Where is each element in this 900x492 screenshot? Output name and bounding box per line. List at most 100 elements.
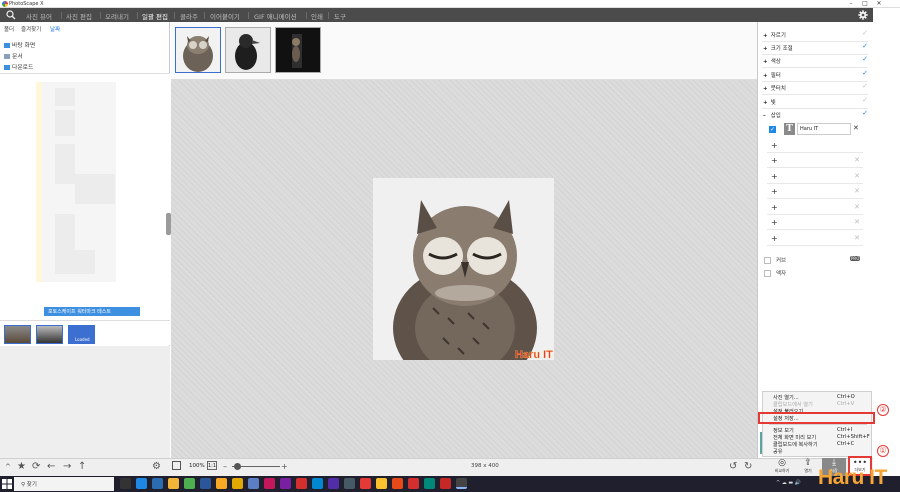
section-insert[interactable]: – 삽입 xyxy=(763,111,781,119)
section-filter[interactable]: + 필터 xyxy=(763,71,781,79)
remove-icon[interactable]: ✕ xyxy=(853,124,859,132)
zoom-in-icon[interactable]: + xyxy=(281,462,288,471)
menu-item-open-photo[interactable]: 사진 열기... xyxy=(773,394,799,401)
rotate-right-icon[interactable]: ↻ xyxy=(744,461,752,472)
tab-tools[interactable]: 도구 xyxy=(334,11,346,21)
add-icon[interactable]: + xyxy=(771,234,778,243)
gear-icon[interactable]: ⚙ xyxy=(152,461,161,472)
open-button[interactable]: ⇪ 열기 xyxy=(796,458,820,476)
app-icon[interactable] xyxy=(360,478,371,489)
checkbox-icon[interactable] xyxy=(764,257,771,264)
up-arrow-icon[interactable]: ↑ xyxy=(78,461,86,472)
insert-add-slot[interactable]: + ✕ xyxy=(767,186,863,199)
tab-date[interactable]: 날짜 xyxy=(50,25,60,33)
add-icon[interactable]: + xyxy=(771,218,778,227)
tab-combine[interactable]: 이어붙이기 xyxy=(210,11,240,21)
folder-tree[interactable] xyxy=(0,73,170,321)
option-frame[interactable]: 액자 xyxy=(764,269,786,277)
check-icon[interactable]: ✓ xyxy=(862,55,868,63)
word-icon[interactable] xyxy=(200,478,211,489)
zoom-out-icon[interactable]: – xyxy=(223,462,227,471)
app-icon[interactable] xyxy=(344,478,355,489)
folder-downloads[interactable]: 다운로드 xyxy=(4,62,33,71)
option-curves[interactable]: 커브 PRO xyxy=(764,256,861,264)
app-icon[interactable] xyxy=(264,478,275,489)
insert-add-slot[interactable]: + xyxy=(767,140,863,153)
batch-thumb-cat[interactable] xyxy=(275,27,321,73)
tab-folders[interactable]: 폴더 xyxy=(4,25,14,33)
taskbar-search-input[interactable]: ⚲ 찾기 xyxy=(14,477,114,491)
app-icon[interactable] xyxy=(280,478,291,489)
check-icon[interactable]: ✓ xyxy=(862,29,868,37)
tab-collage[interactable]: 콜라주 xyxy=(180,11,198,21)
section-resize[interactable]: + 크기 조절 xyxy=(763,44,793,52)
tab-favorites[interactable]: 즐겨찾기 xyxy=(21,25,41,33)
tab-gif[interactable]: GIF 애니메이션 xyxy=(254,11,297,21)
remove-icon[interactable]: ✕ xyxy=(854,234,860,242)
insert-add-slot[interactable]: + ✕ xyxy=(767,155,863,168)
check-icon[interactable]: ✓ xyxy=(862,69,868,77)
tab-viewer[interactable]: 사진 뷰어 xyxy=(26,11,52,21)
menu-item-copy-clipboard[interactable]: 클립보드에 복사하기 xyxy=(773,441,818,448)
filmstrip-thumb[interactable] xyxy=(4,325,31,344)
tab-batch[interactable]: 일괄 편집 xyxy=(142,11,168,21)
store-icon[interactable] xyxy=(184,478,195,489)
add-icon[interactable]: + xyxy=(771,187,778,196)
menu-item-open-clipboard[interactable]: 클립보드에서 열기 xyxy=(773,401,813,408)
add-icon[interactable]: + xyxy=(771,172,778,181)
remove-icon[interactable]: ✕ xyxy=(854,218,860,226)
search-icon[interactable] xyxy=(6,10,16,20)
forward-arrow-icon[interactable]: → xyxy=(63,461,71,472)
folder-desktop[interactable]: 바탕 화면 xyxy=(4,40,35,49)
menu-item-share[interactable]: 공유 xyxy=(773,448,783,455)
tab-print[interactable]: 인쇄 xyxy=(311,11,323,21)
add-icon[interactable]: + xyxy=(771,156,778,165)
batch-thumb-owl[interactable] xyxy=(175,27,221,73)
checkbox-icon[interactable] xyxy=(764,270,771,277)
panel-toggle-icon[interactable] xyxy=(172,461,181,470)
app-icon[interactable] xyxy=(424,478,435,489)
task-view-icon[interactable] xyxy=(120,478,131,489)
check-icon[interactable]: ✓ xyxy=(862,42,868,50)
edge-icon[interactable] xyxy=(136,478,147,489)
check-icon[interactable]: ✓ xyxy=(862,109,868,117)
app-icon[interactable] xyxy=(408,478,419,489)
rotate-left-icon[interactable]: ↺ xyxy=(729,461,737,472)
batch-thumb-bird[interactable] xyxy=(225,27,271,73)
insert-add-slot[interactable]: + ✕ xyxy=(767,202,863,215)
insert-text-item[interactable]: ✓ T Haru IT ✕ xyxy=(764,122,867,137)
selected-folder[interactable]: 포토스케이프 워터마크 테스트 xyxy=(44,307,140,316)
settings-gear-icon[interactable] xyxy=(858,10,868,20)
zoom-1-1-button[interactable]: 1:1 xyxy=(207,461,217,470)
insert-add-slot[interactable]: + ✕ xyxy=(767,217,863,230)
photoscape-taskbar-icon[interactable] xyxy=(456,478,467,489)
app-icon[interactable] xyxy=(296,478,307,489)
add-icon[interactable]: + xyxy=(771,141,778,150)
app-icon[interactable] xyxy=(440,478,451,489)
minimize-button[interactable]: – xyxy=(844,0,858,8)
insert-add-slot[interactable]: + ✕ xyxy=(767,233,863,246)
remove-icon[interactable]: ✕ xyxy=(854,172,860,180)
chrome-icon[interactable] xyxy=(376,478,387,489)
section-color[interactable]: + 색상 xyxy=(763,57,781,65)
section-brush[interactable]: + 붓터치 xyxy=(763,84,786,92)
add-icon[interactable]: + xyxy=(771,203,778,212)
maximize-button[interactable]: □ xyxy=(858,0,872,8)
checkbox-icon[interactable]: ✓ xyxy=(769,126,776,133)
app-icon[interactable] xyxy=(392,478,403,489)
check-icon[interactable]: ✓ xyxy=(862,96,868,104)
refresh-icon[interactable]: ⟳ xyxy=(32,461,40,472)
filmstrip-thumb[interactable]: Loaded xyxy=(68,325,95,344)
hangul-icon[interactable] xyxy=(216,478,227,489)
menu-item-fullscreen-preview[interactable]: 전체 화면 미리 보기 xyxy=(773,434,816,441)
check-icon[interactable]: ✓ xyxy=(862,82,868,90)
vscode-icon[interactable] xyxy=(312,478,323,489)
explorer-icon[interactable] xyxy=(168,478,179,489)
system-tray[interactable]: ^ ☁ ▬ 🔊 xyxy=(776,480,801,486)
notes-icon[interactable] xyxy=(232,478,243,489)
remove-icon[interactable]: ✕ xyxy=(854,203,860,211)
app-icon[interactable] xyxy=(328,478,339,489)
back-arrow-icon[interactable]: ← xyxy=(47,461,55,472)
tab-editor[interactable]: 사진 편집 xyxy=(66,11,92,21)
compare-button[interactable]: ◎ 비교하기 xyxy=(770,458,794,476)
